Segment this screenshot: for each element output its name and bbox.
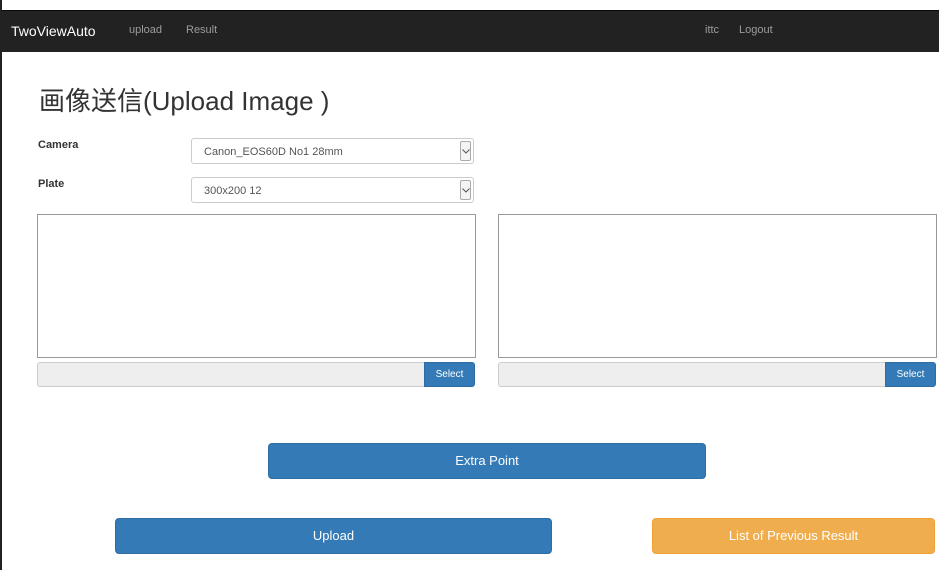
plate-select[interactable]: 300x200 12 [191,177,474,203]
page-title: 画像送信(Upload Image ) [39,86,330,116]
extra-point-button[interactable]: Extra Point [268,443,706,479]
navbar-brand[interactable]: TwoViewAuto [11,23,96,39]
camera-select-value: Canon_EOS60D No1 28mm [204,146,343,158]
left-image-preview [37,214,476,358]
upload-button[interactable]: Upload [115,518,552,554]
plate-label: Plate [38,178,65,190]
camera-label: Camera [38,139,79,151]
right-file-path-field[interactable] [498,362,885,387]
list-previous-result-button[interactable]: List of Previous Result [652,518,935,554]
navbar: TwoViewAuto upload Result ittc Logout [2,10,939,52]
nav-link-logout[interactable]: Logout [739,24,773,36]
nav-link-upload[interactable]: upload [129,24,162,36]
chevron-down-icon [460,141,471,161]
chevron-down-icon [460,180,471,200]
right-image-preview [498,214,937,358]
camera-select[interactable]: Canon_EOS60D No1 28mm [191,138,474,164]
page: TwoViewAuto upload Result ittc Logout 画像… [0,0,939,570]
plate-select-value: 300x200 12 [204,185,262,197]
nav-link-result[interactable]: Result [186,24,217,36]
left-select-button[interactable]: Select [424,362,475,387]
left-file-path-field[interactable] [37,362,424,387]
right-select-button[interactable]: Select [885,362,936,387]
nav-user-ittc[interactable]: ittc [705,24,719,36]
